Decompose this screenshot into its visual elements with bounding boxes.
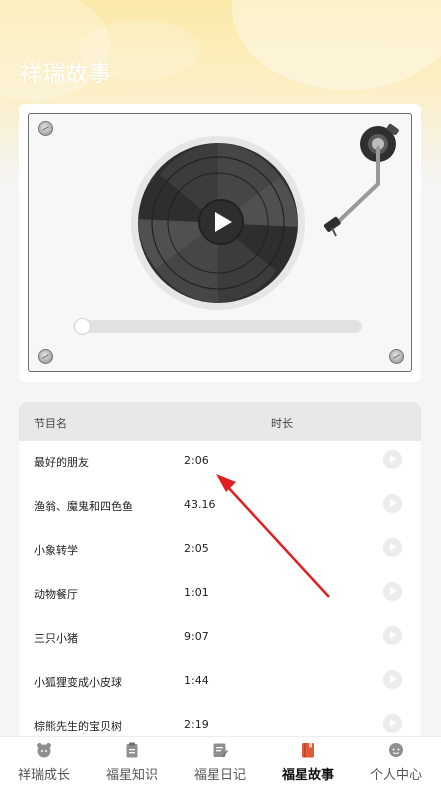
progress-thumb[interactable] <box>74 318 91 335</box>
tab-stories[interactable]: 福星故事 <box>264 737 352 785</box>
story-title: 渔翁、魔鬼和四色鱼 <box>34 500 133 513</box>
story-title: 小象转学 <box>34 544 78 557</box>
play-circle-icon[interactable] <box>383 714 402 733</box>
list-item[interactable]: 小象转学 2:05 <box>19 529 421 573</box>
story-duration: 43.16 <box>184 498 216 511</box>
mascot-face-icon <box>37 743 51 758</box>
tab-growth[interactable]: 祥瑞成长 <box>0 737 88 785</box>
play-circle-icon[interactable] <box>383 538 402 557</box>
play-circle-icon[interactable] <box>383 626 402 645</box>
list-item[interactable]: 最好的朋友 2:06 <box>19 441 421 485</box>
bottom-tab-bar: 祥瑞成长 福星知识 福星日记 福星故事 个人中心 <box>0 736 441 785</box>
progress-track[interactable] <box>73 320 362 333</box>
tab-label: 祥瑞成长 <box>17 768 70 783</box>
book-icon <box>302 743 314 758</box>
list-item[interactable]: 棕熊先生的宝贝树 2:19 <box>19 705 421 736</box>
screw-icon <box>389 349 404 364</box>
story-duration: 2:05 <box>184 542 209 555</box>
story-duration: 2:06 <box>184 454 209 467</box>
story-title: 最好的朋友 <box>34 456 89 469</box>
tab-label: 福星知识 <box>105 768 158 783</box>
tab-label: 福星日记 <box>193 768 246 783</box>
column-header-name: 节目名 <box>34 417 67 430</box>
play-button[interactable] <box>198 199 244 245</box>
list-item[interactable]: 三只小猪 9:07 <box>19 617 421 661</box>
list-item[interactable]: 动物餐厅 1:01 <box>19 573 421 617</box>
story-title: 棕熊先生的宝贝树 <box>34 720 122 733</box>
tab-knowledge[interactable]: 福星知识 <box>88 737 176 785</box>
story-title: 动物餐厅 <box>34 588 78 601</box>
play-icon <box>215 212 232 232</box>
story-duration: 9:07 <box>184 630 209 643</box>
user-face-icon <box>389 743 403 757</box>
story-title: 小狐狸变成小皮球 <box>34 676 122 689</box>
list-item[interactable]: 渔翁、魔鬼和四色鱼 43.16 <box>19 485 421 529</box>
player-card <box>19 104 421 382</box>
tab-label: 福星故事 <box>281 768 334 783</box>
tab-profile[interactable]: 个人中心 <box>352 737 440 785</box>
play-circle-icon[interactable] <box>383 670 402 689</box>
play-circle-icon[interactable] <box>383 450 402 469</box>
column-header-duration: 时长 <box>271 417 293 430</box>
play-circle-icon[interactable] <box>383 494 402 513</box>
tonearm-icon <box>323 123 399 237</box>
story-duration: 1:01 <box>184 586 209 599</box>
screw-icon <box>38 121 53 136</box>
play-circle-icon[interactable] <box>383 582 402 601</box>
tab-label: 个人中心 <box>369 768 422 783</box>
clipboard-icon <box>126 742 138 758</box>
story-title: 三只小猪 <box>34 632 78 645</box>
story-duration: 2:19 <box>184 718 209 731</box>
story-list: 节目名 时长 最好的朋友 2:06 渔翁、魔鬼和四色鱼 43.16 小象转学 2… <box>19 402 421 736</box>
tab-diary[interactable]: 福星日记 <box>176 737 264 785</box>
page-title: 祥瑞故事 <box>20 62 113 87</box>
list-header: 节目名 时长 <box>19 402 421 441</box>
notepad-edit-icon <box>213 743 228 757</box>
story-duration: 1:44 <box>184 674 209 687</box>
turntable <box>28 113 412 372</box>
list-item[interactable]: 小狐狸变成小皮球 1:44 <box>19 661 421 705</box>
screw-icon <box>38 349 53 364</box>
